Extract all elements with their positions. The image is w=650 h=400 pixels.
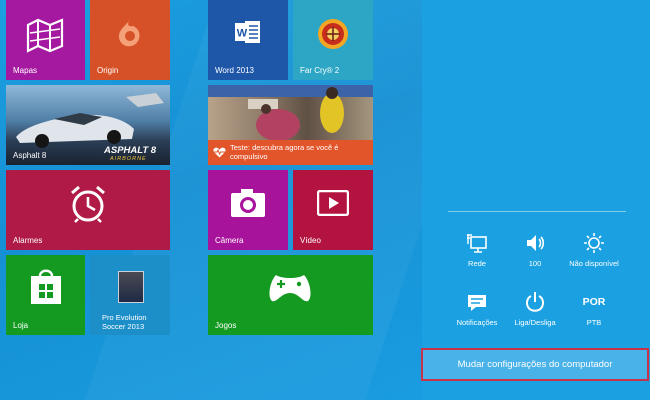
brightness-setting[interactable]: Não disponível [562,232,626,268]
keyboard-label: PTB [586,318,602,327]
origin-icon [118,20,140,47]
tile-jogos[interactable]: Jogos [208,255,373,335]
settings-charm-pane: Rede 100 Não disponível Notificações Lig… [422,0,650,400]
heart-pulse-icon [213,147,226,158]
tile-label: Far Cry® 2 [300,66,340,75]
change-pc-settings-link[interactable]: Mudar configurações do computador [421,348,649,381]
tile-label: Jogos [215,321,237,330]
asphalt-logo-subtitle: AIRBORNE [110,156,147,162]
alarm-clock-icon [71,185,105,223]
tile-label: Alarmes [13,236,43,245]
brightness-label: Não disponível [569,259,619,268]
network-label: Rede [468,259,486,268]
tile-label: Word 2013 [215,66,254,75]
tile-mapas[interactable]: Mapas [6,0,85,80]
pes-box-art [118,271,144,303]
news-photo [208,85,373,140]
brightness-icon [584,233,604,253]
farcry-icon [318,19,348,49]
tile-label: Asphalt 8 [13,151,47,160]
power-label: Liga/Desliga [514,318,556,327]
notifications-icon [468,295,486,311]
news-headline: Teste: descubra agora se você é compulsi… [230,143,339,161]
divider [448,211,626,212]
tile-camera[interactable]: Câmera [208,170,288,250]
news-caption-bar: Teste: descubra agora se você é compulsi… [208,140,373,165]
tile-farcry[interactable]: Far Cry® 2 [293,0,373,80]
tile-label: Pro Evolution Soccer 2013 [102,313,147,331]
word-icon: W [235,21,260,43]
tile-label: Mapas [13,66,38,75]
svg-text:W: W [237,28,248,40]
tile-alarmes[interactable]: Alarmes [6,170,170,250]
tile-news[interactable]: Teste: descubra agora se você é compulsi… [208,85,373,165]
tile-label: Loja [13,321,29,330]
keyboard-setting[interactable]: POR PTB [562,291,626,327]
tile-label: Origin [97,66,119,75]
tile-word[interactable]: W Word 2013 [208,0,288,80]
gamepad-icon [269,275,311,302]
news-photo-scene [208,85,373,140]
tile-pro-evolution-soccer[interactable]: Pro Evolution Soccer 2013 [90,255,170,335]
video-icon [317,190,349,216]
store-icon [31,269,61,304]
volume-setting[interactable]: 100 [503,232,567,268]
network-icon [467,234,487,253]
volume-label: 100 [528,259,542,268]
notifications-setting[interactable]: Notificações [445,291,509,327]
maps-icon [26,18,64,53]
tile-origin[interactable]: Origin [90,0,170,80]
tile-label: Câmera [215,236,244,245]
power-icon [526,292,544,312]
camera-icon [231,189,265,217]
keyboard-code: POR [582,296,606,308]
notifications-label: Notificações [456,318,498,327]
tile-label: Vídeo [300,236,321,245]
volume-icon [527,235,545,251]
network-setting[interactable]: Rede [445,232,509,268]
power-setting[interactable]: Liga/Desliga [503,291,567,327]
tile-video[interactable]: Vídeo [293,170,373,250]
tile-asphalt-8[interactable]: ASPHALT 8 AIRBORNE Asphalt 8 [6,85,170,165]
tile-loja[interactable]: Loja [6,255,85,335]
asphalt-logo: ASPHALT 8 [104,145,157,156]
